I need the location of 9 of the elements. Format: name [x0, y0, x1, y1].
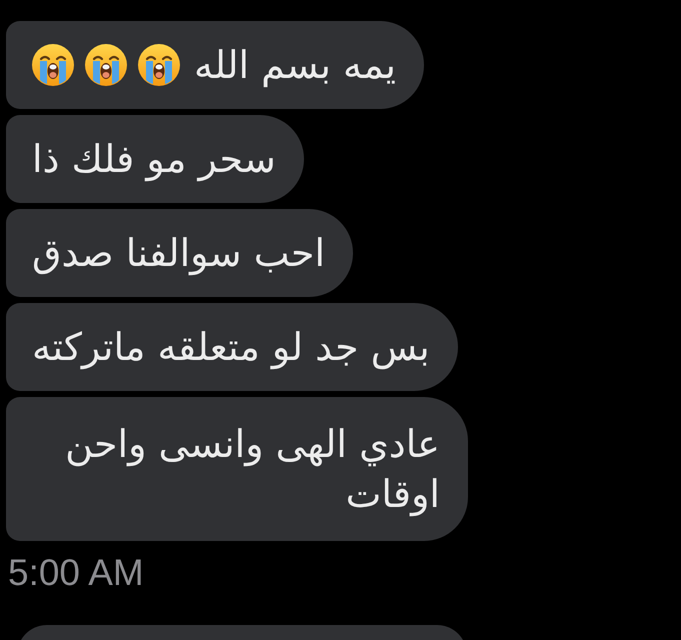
timestamp: 5:00 AM [8, 551, 144, 595]
crying-face-icon [138, 44, 180, 86]
crying-face-icon [85, 44, 127, 86]
message-text: عادي الهى وانسى واحن اوقات [64, 421, 440, 518]
message-text: احب سوالفنا صدق [32, 230, 326, 278]
message-text: بس جد لو متعلقه ماتركته [32, 324, 430, 372]
message-text: يمه بسم الله [194, 42, 396, 90]
message-text: سحر مو فلك ذا [32, 136, 276, 184]
crying-face-icon [32, 44, 74, 86]
